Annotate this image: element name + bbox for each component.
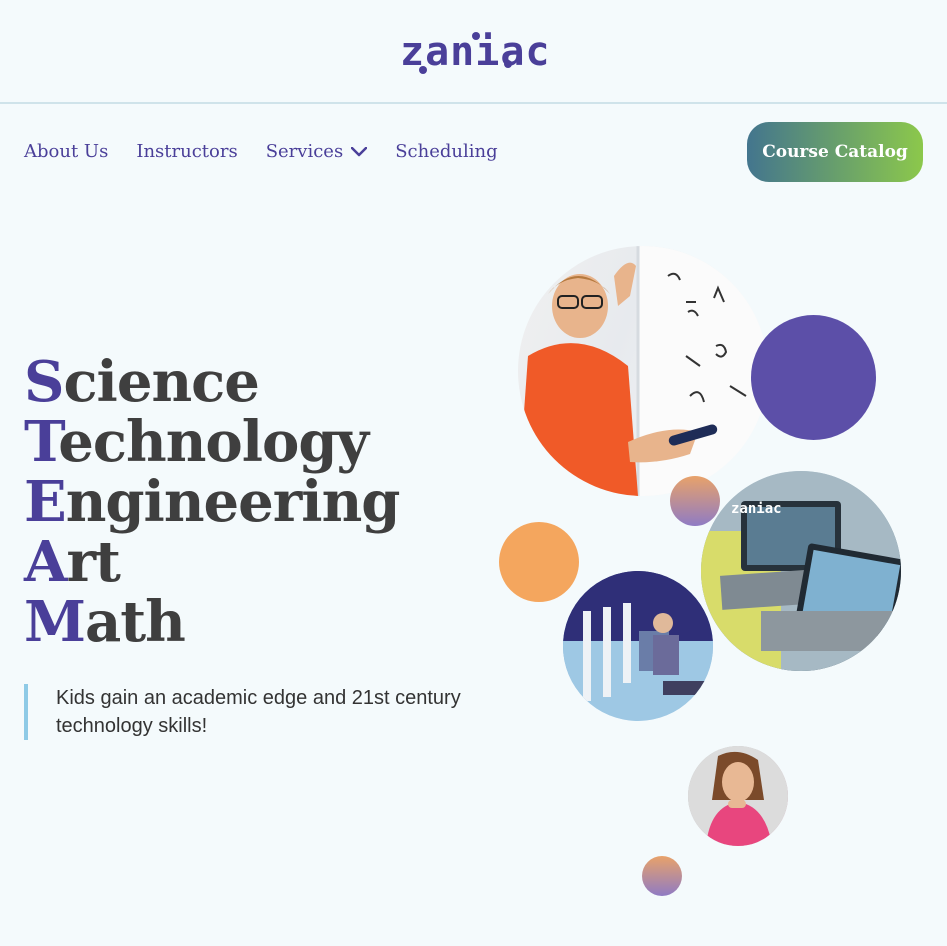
- whiteboard-illustration: [518, 246, 768, 496]
- nav-about-us[interactable]: About Us: [24, 138, 108, 166]
- logo-dot-right: [504, 60, 512, 68]
- steam-line-art: Art: [24, 532, 399, 592]
- steam-rest: cience: [63, 349, 259, 415]
- steam-rest: rt: [66, 529, 120, 595]
- zaniac-logo[interactable]: zaniac: [400, 26, 550, 78]
- logo-dot-left: [419, 66, 427, 74]
- steam-heading: Science Technology Engineering Art Math: [24, 352, 401, 652]
- main-nav: About Us Instructors Services Scheduling: [24, 138, 498, 166]
- decorative-circle-orange: [499, 522, 579, 602]
- nav-about-us-label: About Us: [24, 141, 109, 162]
- logo-dot-mid: [472, 32, 480, 40]
- computer-lab-illustration: [563, 571, 713, 721]
- decorative-circle-purple: [751, 315, 876, 440]
- laptop-illustration: zaniac: [701, 471, 901, 671]
- steam-line-science: Science: [24, 352, 399, 412]
- decorative-circle-gradient-bottom: [642, 856, 682, 896]
- steam-line-technology: Technology: [24, 412, 399, 472]
- steam-initial: T: [24, 409, 59, 475]
- steam-rest: echnology: [58, 409, 369, 475]
- nav-services-label: Services: [265, 141, 344, 162]
- chevron-down-icon: [351, 147, 368, 157]
- nav-instructors-label: Instructors: [136, 141, 238, 162]
- decorative-circle-gradient-small: [670, 476, 720, 526]
- girl-illustration: [688, 746, 788, 846]
- steam-initial: E: [24, 469, 67, 535]
- steam-line-engineering: Engineering: [24, 469, 401, 535]
- course-catalog-button[interactable]: Course Catalog: [747, 122, 923, 182]
- hero-tagline: Kids gain an academic edge and 21st cent…: [24, 684, 484, 740]
- site-header: zaniac: [0, 0, 947, 104]
- steam-initial: S: [24, 349, 64, 415]
- steam-initial: M: [24, 589, 86, 655]
- steam-line-math: Math: [24, 592, 399, 652]
- svg-text:zaniac: zaniac: [731, 501, 782, 517]
- steam-initial: A: [24, 529, 67, 595]
- nav-services[interactable]: Services: [265, 138, 368, 166]
- nav-scheduling-label: Scheduling: [395, 141, 498, 162]
- nav-instructors[interactable]: Instructors: [136, 138, 237, 166]
- photo-girl-microscope: [688, 746, 788, 846]
- photo-laptops-class: zaniac: [701, 471, 901, 671]
- photo-boy-whiteboard: [518, 246, 768, 496]
- photo-computer-lab: [563, 571, 713, 721]
- steam-rest: ngineering: [65, 469, 401, 535]
- nav-scheduling[interactable]: Scheduling: [395, 138, 497, 166]
- steam-rest: ath: [85, 589, 186, 655]
